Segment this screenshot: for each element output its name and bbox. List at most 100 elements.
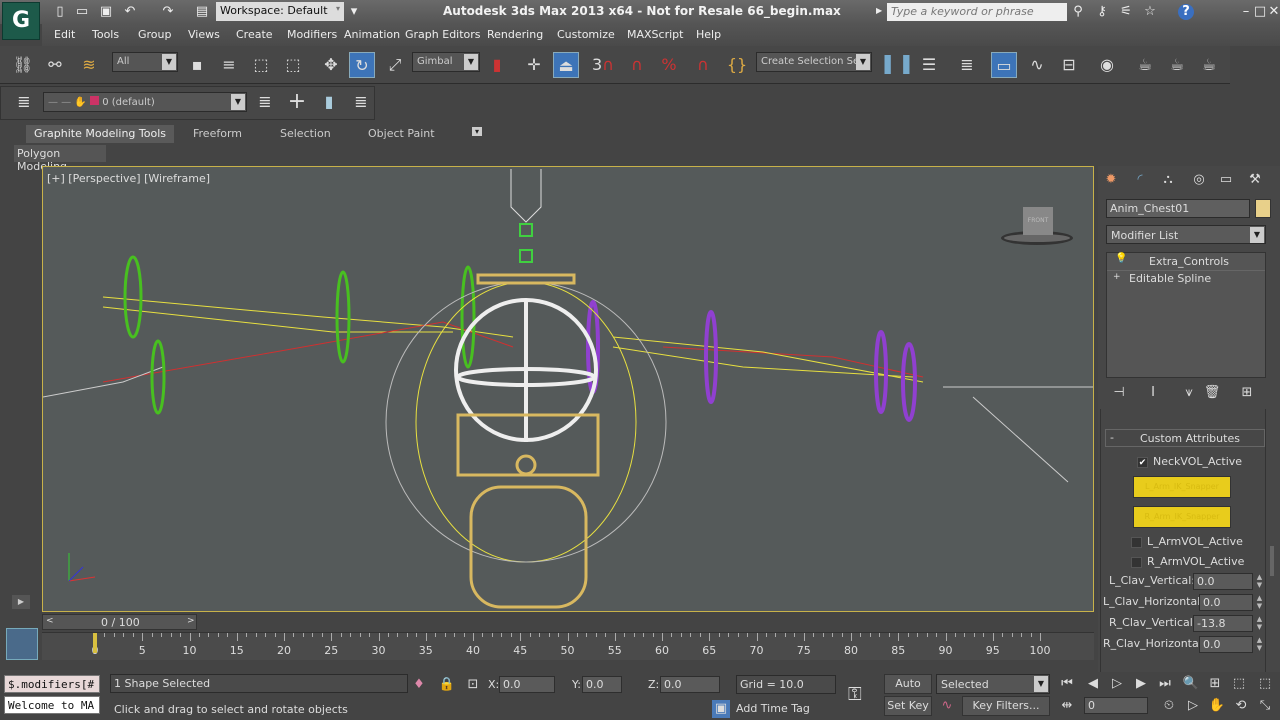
orbit-icon[interactable]: ⟲ [1232, 697, 1250, 715]
workspace-dropdown[interactable]: Workspace: Default ▾ [216, 2, 344, 21]
curve-editor-icon[interactable]: ∿ [1024, 52, 1050, 78]
graphite-toggle-icon[interactable]: ▭ [991, 52, 1017, 78]
open-file-icon[interactable]: ▭ [74, 4, 90, 20]
add-time-tag-button[interactable]: Add Time Tag [736, 702, 836, 720]
field-of-view-icon[interactable]: ▷ [1184, 697, 1202, 715]
key-mode-toggle-icon[interactable]: ⇹ [1058, 697, 1076, 715]
select-object-icon[interactable]: ▪ [184, 52, 210, 78]
star-icon[interactable]: ☆ [1142, 4, 1158, 20]
neck-vol-checkbox[interactable]: ✔ [1137, 457, 1148, 468]
expand-plus-icon[interactable]: + [1113, 272, 1121, 282]
mini-curve-editor-button[interactable] [6, 628, 38, 660]
window-crossing-icon[interactable]: ⬚ [280, 52, 306, 78]
r-clav-horizontal-spinner[interactable]: 0.0 [1199, 636, 1253, 653]
maximize-viewport-icon[interactable]: ⤡ [1256, 697, 1274, 715]
bind-space-warp-icon[interactable]: ≋ [76, 52, 102, 78]
set-key-icon[interactable]: ⚿ [848, 684, 862, 705]
menu-group[interactable]: Group [138, 28, 172, 41]
modify-tab-icon[interactable]: ◜ [1131, 171, 1149, 189]
panel-scrollbar[interactable] [1270, 546, 1274, 576]
selection-lock-icon[interactable]: 🔒 [438, 676, 456, 694]
next-frame-icon[interactable]: ▶ [1132, 675, 1150, 693]
project-folder-icon[interactable]: ▤ [194, 4, 210, 20]
percent-snap-icon[interactable]: % [656, 52, 682, 78]
key-filters-button[interactable]: Key Filters... [962, 696, 1050, 716]
stack-item-extra-controls[interactable]: 💡 Extra_Controls [1107, 253, 1265, 269]
make-unique-icon[interactable]: ⩛ [1180, 384, 1198, 402]
search-input[interactable]: Type a keyword or phrase [887, 3, 1067, 21]
utilities-tab-icon[interactable]: ⚒ [1246, 171, 1264, 189]
menu-graph-editors[interactable]: Graph Editors [405, 28, 481, 41]
menu-tools[interactable]: Tools [92, 28, 119, 41]
help-icon[interactable]: ? [1178, 4, 1194, 20]
tab-graphite-modeling-tools[interactable]: Graphite Modeling Tools [26, 125, 175, 143]
previous-frame-icon[interactable]: ◀ [1084, 675, 1102, 693]
isolate-selection-icon[interactable]: ♦ [410, 676, 428, 694]
menu-help[interactable]: Help [696, 28, 721, 41]
default-tangent-icon[interactable]: ∿ [938, 697, 956, 715]
angle-snap-icon[interactable]: ∩ [624, 52, 650, 78]
viewcube[interactable]: FRONT [1001, 205, 1077, 249]
expand-ribbon-icon[interactable]: ▶ [12, 595, 30, 609]
x-coordinate-field[interactable]: 0.0 [499, 676, 555, 693]
r-clav-vertical-spinner[interactable]: -13.8 [1193, 615, 1253, 632]
scale-icon[interactable]: ⤢ [382, 52, 408, 78]
link-icon[interactable]: ⛓ [10, 52, 36, 78]
move-icon[interactable]: ✥ [318, 52, 344, 78]
menu-views[interactable]: Views [188, 28, 220, 41]
menu-animation[interactable]: Animation [344, 28, 400, 41]
y-coordinate-field[interactable]: 0.0 [582, 676, 622, 693]
expand-search-icon[interactable]: ▶ [876, 6, 882, 15]
play-icon[interactable]: ▷ [1108, 675, 1126, 693]
rotate-icon[interactable]: ↻ [349, 52, 375, 78]
zoom-extents-icon[interactable]: ⬚ [1230, 675, 1248, 693]
show-end-result-icon[interactable]: Ⅰ [1144, 384, 1162, 402]
slider-next-icon[interactable]: > [187, 616, 195, 626]
select-by-name-icon[interactable]: ≡ [216, 52, 242, 78]
select-in-layer-icon[interactable]: ▮ [316, 89, 342, 115]
layer-dropdown[interactable]: — — ✋ 0 (default) ▼ [43, 92, 247, 112]
lightbulb-icon[interactable]: 💡 [1115, 253, 1127, 264]
time-slider[interactable]: < 0 / 100 > [42, 614, 197, 630]
select-manipulate-icon[interactable]: ✛ [521, 52, 547, 78]
close-icon[interactable]: ✕ [1266, 4, 1280, 20]
spinner-snap-icon[interactable]: ∩ [690, 52, 716, 78]
spinner-arrows-icon[interactable]: ▲ ▼ [1255, 573, 1264, 590]
key-icon[interactable]: ⚷ [1094, 4, 1110, 20]
remove-modifier-icon[interactable]: 🗑 [1203, 384, 1221, 402]
material-editor-icon[interactable]: ◉ [1094, 52, 1120, 78]
zoom-extents-all-icon[interactable]: ⬚ [1256, 675, 1274, 693]
key-mode-dropdown[interactable]: Selected ▼ [936, 674, 1050, 694]
selection-filter-dropdown[interactable]: All ▼ [112, 52, 178, 72]
redo-icon[interactable]: ↷ [160, 4, 176, 20]
menu-maxscript[interactable]: MAXScript [627, 28, 683, 41]
pivot-center-icon[interactable]: ▮ [484, 52, 510, 78]
menu-create[interactable]: Create [236, 28, 273, 41]
mirror-icon[interactable]: ▌▐ [884, 52, 910, 78]
current-frame-marker[interactable] [93, 633, 97, 653]
set-current-layer-icon[interactable]: ≣ [348, 89, 374, 115]
spinner-arrows-icon[interactable]: ▲ ▼ [1255, 594, 1264, 611]
object-color-swatch[interactable] [1255, 199, 1271, 218]
viewport-perspective[interactable]: [+] [Perspective] [Wireframe] FRONT [42, 166, 1094, 612]
configure-modifier-sets-icon[interactable]: ⊞ [1238, 384, 1256, 402]
z-coordinate-field[interactable]: 0.0 [660, 676, 720, 693]
time-tag-icon[interactable]: ▣ [712, 700, 730, 718]
slider-prev-icon[interactable]: < [46, 616, 54, 626]
add-to-layer-icon[interactable]: + [284, 89, 310, 115]
create-layer-icon[interactable]: ≣ [252, 89, 278, 115]
maxscript-listener-line[interactable]: $.modifiers[# [4, 675, 100, 693]
l-clav-horizontal-spinner[interactable]: 0.0 [1199, 594, 1253, 611]
keyboard-shortcut-override-icon[interactable]: ⏏ [553, 52, 579, 78]
render-production-icon[interactable]: ☕ [1196, 52, 1222, 78]
go-to-start-icon[interactable]: ⏮ [1058, 675, 1076, 693]
r-arm-vol-checkbox[interactable] [1131, 557, 1142, 568]
customize-toolbar-icon[interactable]: ▾ [346, 4, 362, 20]
r-arm-ik-snapper-button[interactable]: R_Arm_IK_Snapper [1133, 506, 1231, 528]
menu-customize[interactable]: Customize [557, 28, 615, 41]
motion-tab-icon[interactable]: ◎ [1190, 171, 1208, 189]
unlink-icon[interactable]: ⚯ [42, 52, 68, 78]
stack-item-editable-spline[interactable]: + Editable Spline [1107, 270, 1265, 286]
ribbon-options-icon[interactable]: ▾ [472, 127, 483, 136]
time-configuration-icon[interactable]: ⏲ [1160, 697, 1178, 715]
